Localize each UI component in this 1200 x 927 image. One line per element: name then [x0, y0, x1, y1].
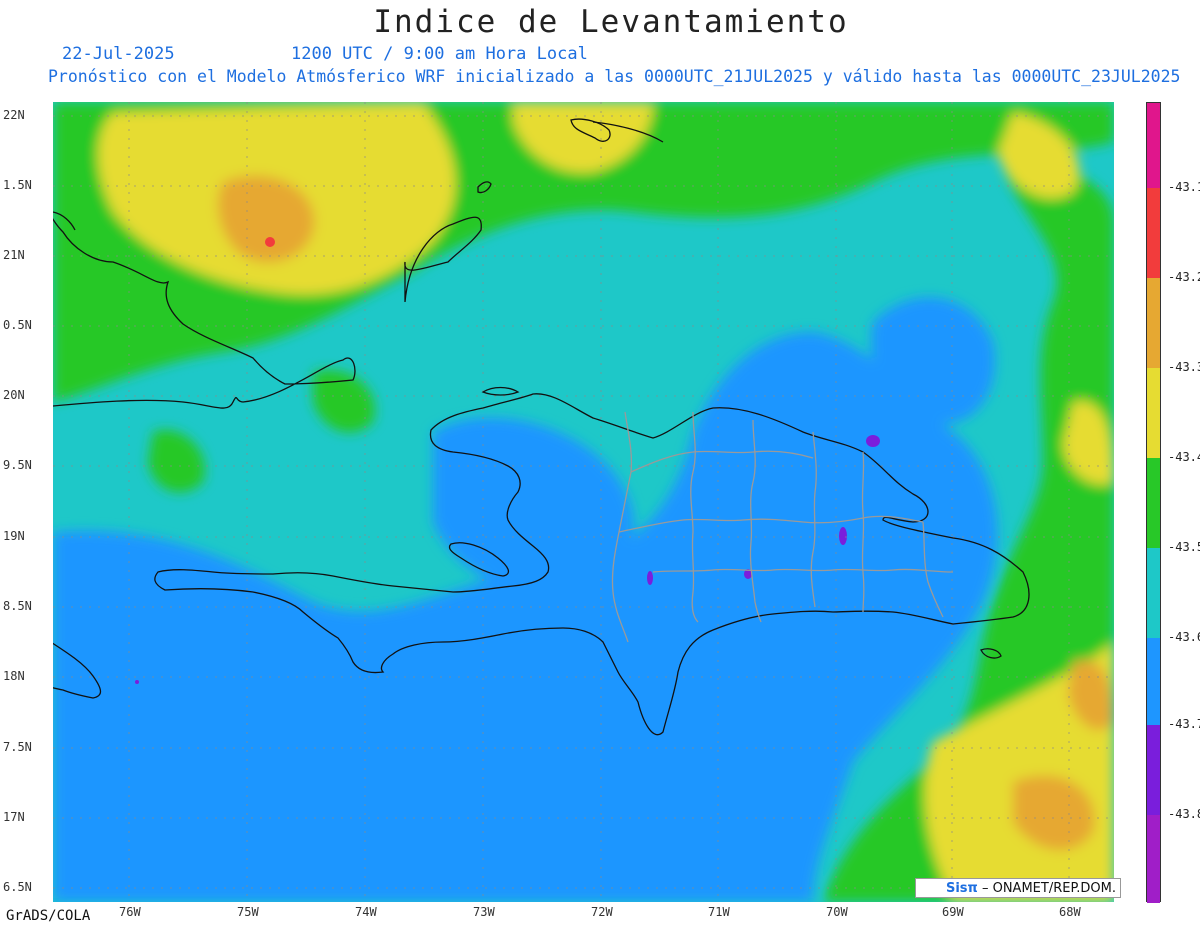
lon-tick: 72W [591, 905, 613, 919]
lon-tick: 68W [1059, 905, 1081, 919]
colorbar-segment [1147, 548, 1160, 638]
colorbar-segment [1147, 638, 1160, 725]
colorbar-label: -43.1 [1168, 180, 1200, 194]
lon-tick: 69W [942, 905, 964, 919]
sispi-logo: Sisπ [945, 881, 978, 896]
credit-box: Sisπ – ONAMET/REP.DOM. [915, 878, 1121, 898]
colorbar-label: -43.7 [1168, 717, 1200, 731]
colorbar-label: -43.4 [1168, 450, 1200, 464]
lat-tick: 7.5N [3, 740, 32, 754]
lon-tick: 71W [708, 905, 730, 919]
map-title: Indice de Levantamiento [373, 4, 849, 40]
colorbar-segment [1147, 815, 1160, 903]
colorbar-label: -43.3 [1168, 360, 1200, 374]
colorbar [1146, 102, 1161, 903]
lat-tick: 9.5N [3, 458, 32, 472]
forecast-date: 22-Jul-2025 [62, 44, 175, 64]
lon-tick: 76W [119, 905, 141, 919]
lat-tick: 6.5N [3, 880, 32, 894]
colorbar-segment [1147, 368, 1160, 458]
lat-tick: 19N [3, 529, 25, 543]
lat-tick: 20N [3, 388, 25, 402]
lat-tick: 22N [3, 108, 25, 122]
lat-tick: 18N [3, 669, 25, 683]
field-purple-spot-2 [839, 527, 847, 545]
field-red-spot [265, 237, 275, 247]
map-frame [53, 102, 1114, 902]
lat-tick: 1.5N [3, 178, 32, 192]
lat-tick: 8.5N [3, 599, 32, 613]
grads-footer: GrADS/COLA [6, 908, 91, 924]
model-subtitle: Pronóstico con el Modelo Atmósferico WRF… [48, 67, 1181, 86]
credit-text: – ONAMET/REP.DOM. [981, 881, 1116, 896]
colorbar-segment [1147, 725, 1160, 815]
colorbar-segment [1147, 103, 1160, 188]
field-purple-spot-5 [135, 680, 139, 684]
lon-tick: 73W [473, 905, 495, 919]
map-canvas [53, 102, 1114, 902]
lon-tick: 70W [826, 905, 848, 919]
colorbar-segment [1147, 278, 1160, 368]
lon-tick: 75W [237, 905, 259, 919]
field-purple-spot-3 [647, 571, 653, 585]
lat-tick: 0.5N [3, 318, 32, 332]
forecast-time: 1200 UTC / 9:00 am Hora Local [291, 44, 588, 64]
colorbar-label: -43.6 [1168, 630, 1200, 644]
lon-tick: 74W [355, 905, 377, 919]
lat-tick: 17N [3, 810, 25, 824]
colorbar-label: -43.8 [1168, 807, 1200, 821]
colorbar-segment [1147, 188, 1160, 278]
colorbar-label: -43.5 [1168, 540, 1200, 554]
lat-tick: 21N [3, 248, 25, 262]
colorbar-label: -43.2 [1168, 270, 1200, 284]
colorbar-segment [1147, 458, 1160, 548]
field-purple-spot [866, 435, 880, 447]
